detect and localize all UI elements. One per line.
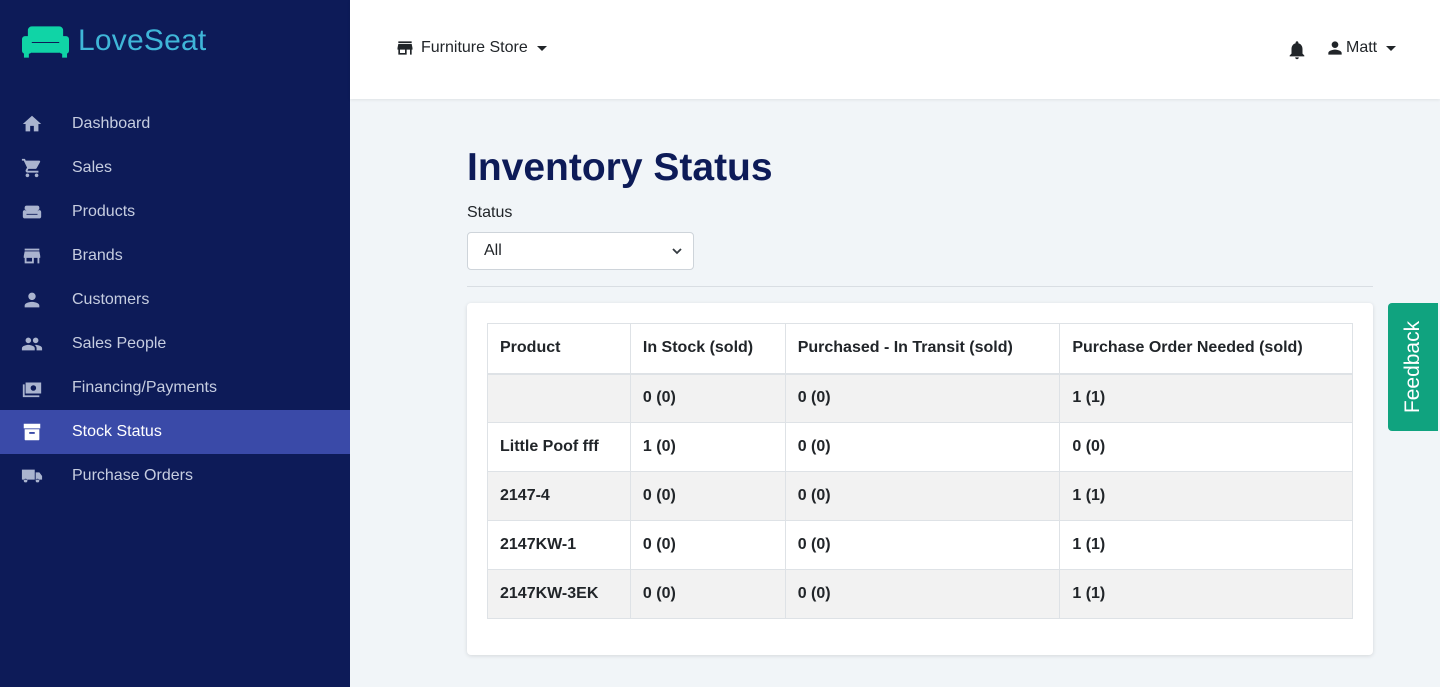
table-row: 2147KW-1 0 (0) 0 (0) 1 (1) bbox=[487, 520, 1353, 570]
in-stock-cell: 0 (0) bbox=[629, 569, 786, 619]
product-cell: Little Poof fff bbox=[487, 422, 631, 472]
table-row: 2147KW-3EK 0 (0) 0 (0) 1 (1) bbox=[487, 569, 1353, 619]
feedback-button[interactable]: Feedback bbox=[1388, 303, 1438, 431]
people-icon bbox=[21, 333, 43, 355]
home-icon bbox=[21, 113, 43, 135]
money-icon bbox=[21, 377, 43, 399]
column-header-product: Product bbox=[487, 323, 631, 375]
in-stock-cell: 1 (0) bbox=[629, 422, 786, 472]
feedback-label: Feedback bbox=[1401, 320, 1425, 414]
table-row: Little Poof fff 1 (0) 0 (0) 0 (0) bbox=[487, 422, 1353, 472]
po-needed-cell: 1 (1) bbox=[1059, 520, 1353, 570]
in-stock-cell: 0 (0) bbox=[629, 373, 786, 423]
in-transit-cell: 0 (0) bbox=[784, 569, 1061, 619]
sidebar-item-label: Sales People bbox=[72, 335, 167, 352]
sidebar-item-brands[interactable]: Brands bbox=[0, 234, 350, 278]
product-cell bbox=[487, 373, 631, 423]
store-dropdown[interactable]: Furniture Store bbox=[395, 38, 547, 58]
sidebar-item-label: Customers bbox=[72, 291, 150, 308]
sofa-logo-icon bbox=[22, 26, 69, 58]
column-header-in-transit: Purchased - In Transit (sold) bbox=[784, 323, 1061, 375]
product-cell: 2147KW-3EK bbox=[487, 569, 631, 619]
person-icon bbox=[1328, 41, 1342, 55]
sidebar-item-sales-people[interactable]: Sales People bbox=[0, 322, 350, 366]
table-header-row: Product In Stock (sold) Purchased - In T… bbox=[487, 323, 1353, 375]
product-cell: 2147-4 bbox=[487, 471, 631, 521]
chevron-down-icon bbox=[536, 45, 547, 51]
sidebar-item-label: Stock Status bbox=[72, 423, 162, 440]
table-row: 0 (0) 0 (0) 1 (1) bbox=[487, 373, 1353, 423]
sidebar-item-label: Brands bbox=[72, 247, 123, 264]
brand-name: LoveSeat bbox=[78, 24, 207, 57]
store-name: Furniture Store bbox=[421, 39, 528, 56]
user-menu-dropdown[interactable]: Matt bbox=[1325, 38, 1397, 58]
column-header-po-needed: Purchase Order Needed (sold) bbox=[1059, 323, 1353, 375]
sidebar-item-financing-payments[interactable]: Financing/Payments bbox=[0, 366, 350, 410]
inventory-card: Product In Stock (sold) Purchased - In T… bbox=[467, 303, 1373, 655]
top-bar: Furniture Store Matt bbox=[350, 0, 1440, 99]
chevron-down-icon bbox=[672, 248, 682, 255]
sofa-icon bbox=[21, 201, 43, 223]
store-icon bbox=[21, 245, 43, 267]
cart-icon bbox=[21, 157, 43, 179]
sidebar-item-customers[interactable]: Customers bbox=[0, 278, 350, 322]
user-name: Matt bbox=[1346, 39, 1378, 56]
person-icon bbox=[21, 289, 43, 311]
in-transit-cell: 0 (0) bbox=[784, 520, 1061, 570]
in-stock-cell: 0 (0) bbox=[629, 471, 786, 521]
divider bbox=[467, 286, 1373, 287]
in-transit-cell: 0 (0) bbox=[784, 422, 1061, 472]
sidebar-item-label: Purchase Orders bbox=[72, 467, 193, 484]
table-row: 2147-4 0 (0) 0 (0) 1 (1) bbox=[487, 471, 1353, 521]
page-title: Inventory Status bbox=[467, 146, 773, 189]
status-filter-select[interactable]: All bbox=[467, 232, 694, 270]
po-needed-cell: 0 (0) bbox=[1059, 422, 1353, 472]
store-icon bbox=[397, 41, 413, 55]
product-cell: 2147KW-1 bbox=[487, 520, 631, 570]
bell-icon bbox=[1289, 41, 1305, 60]
sidebar-item-purchase-orders[interactable]: Purchase Orders bbox=[0, 454, 350, 498]
sidebar-item-label: Financing/Payments bbox=[72, 379, 217, 396]
column-header-in-stock: In Stock (sold) bbox=[629, 323, 786, 375]
archive-icon bbox=[21, 421, 43, 443]
in-transit-cell: 0 (0) bbox=[784, 471, 1061, 521]
brand[interactable]: LoveSeat bbox=[22, 24, 206, 58]
sidebar-item-label: Products bbox=[72, 203, 136, 220]
notifications-button[interactable] bbox=[1286, 39, 1308, 61]
inventory-table: Product In Stock (sold) Purchased - In T… bbox=[487, 323, 1353, 619]
truck-icon bbox=[21, 465, 43, 487]
in-stock-cell: 0 (0) bbox=[629, 520, 786, 570]
po-needed-cell: 1 (1) bbox=[1059, 373, 1353, 423]
sidebar-item-stock-status[interactable]: Stock Status bbox=[0, 410, 350, 454]
chevron-down-icon bbox=[1386, 45, 1397, 51]
sidebar-item-sales[interactable]: Sales bbox=[0, 146, 350, 190]
sidebar-nav: Dashboard Sales Products Brands Customer… bbox=[0, 102, 350, 498]
in-transit-cell: 0 (0) bbox=[784, 373, 1061, 423]
sidebar-item-label: Dashboard bbox=[72, 115, 151, 132]
status-filter-value: All bbox=[484, 242, 502, 259]
sidebar-item-products[interactable]: Products bbox=[0, 190, 350, 234]
sidebar-item-label: Sales bbox=[72, 159, 113, 176]
po-needed-cell: 1 (1) bbox=[1059, 471, 1353, 521]
sidebar: LoveSeat Dashboard Sales Products Brands… bbox=[0, 0, 350, 687]
status-filter-label: Status bbox=[467, 204, 513, 221]
po-needed-cell: 1 (1) bbox=[1059, 569, 1353, 619]
sidebar-item-dashboard[interactable]: Dashboard bbox=[0, 102, 350, 146]
